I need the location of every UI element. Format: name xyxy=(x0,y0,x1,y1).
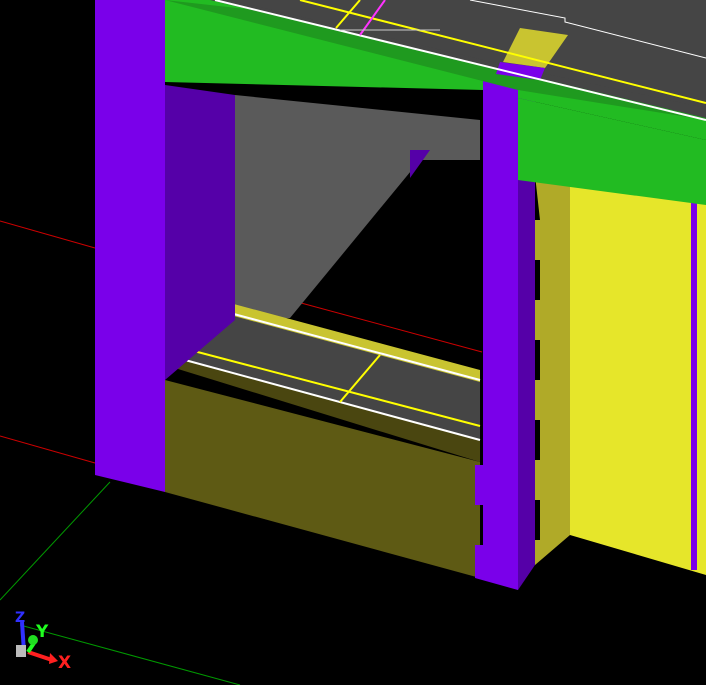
axis-triad: X Y Z xyxy=(15,610,71,673)
back-wall-grey xyxy=(235,95,480,318)
wall-yellow-side xyxy=(535,175,570,565)
column-shadow xyxy=(410,150,430,178)
3d-viewport[interactable]: X Y Z xyxy=(0,0,706,685)
x-axis-label: X xyxy=(58,653,71,673)
left-column-face xyxy=(95,0,165,492)
z-axis-label: Z xyxy=(15,610,25,626)
grid-line-red-2 xyxy=(0,435,96,464)
x-axis-arrowhead xyxy=(49,653,58,664)
grid-line-red-1 xyxy=(0,220,96,249)
grid-line-green-2 xyxy=(19,624,241,685)
scene-canvas[interactable]: X Y Z xyxy=(0,0,706,685)
middle-column-face xyxy=(475,78,518,590)
wall-yellow-face xyxy=(570,180,706,575)
triad-origin-block xyxy=(16,645,26,657)
x-axis-arrow xyxy=(27,650,53,662)
y-axis-label: Y xyxy=(35,622,49,642)
grid-line-green-1 xyxy=(0,481,111,601)
